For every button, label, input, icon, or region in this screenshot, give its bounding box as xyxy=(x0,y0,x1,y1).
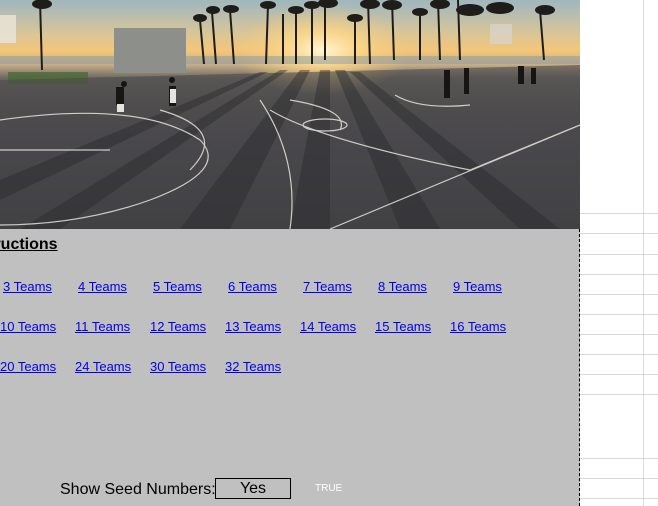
row-divider xyxy=(580,478,658,479)
link-12-teams[interactable]: 12 Teams xyxy=(150,319,206,334)
link-14-teams[interactable]: 14 Teams xyxy=(300,319,356,334)
row-divider xyxy=(580,254,658,255)
spreadsheet-grid[interactable] xyxy=(580,0,658,506)
row-divider xyxy=(580,394,658,395)
link-30-teams[interactable]: 30 Teams xyxy=(150,359,206,374)
link-7-teams[interactable]: 7 Teams xyxy=(303,279,352,294)
link-11-teams[interactable]: 11 Teams xyxy=(75,319,130,334)
link-6-teams[interactable]: 6 Teams xyxy=(228,279,277,294)
link-24-teams[interactable]: 24 Teams xyxy=(75,359,131,374)
row-divider xyxy=(580,458,658,459)
backboard xyxy=(490,24,512,44)
instructions-panel: Instructions 3 Teams 4 Teams 5 Teams 6 T… xyxy=(0,229,580,506)
row-divider xyxy=(580,213,658,214)
column-divider xyxy=(643,0,644,506)
link-10-teams[interactable]: 10 Teams xyxy=(0,319,56,334)
link-16-teams[interactable]: 16 Teams xyxy=(450,319,506,334)
link-8-teams[interactable]: 8 Teams xyxy=(378,279,427,294)
show-seed-numbers-label: Show Seed Numbers: xyxy=(60,481,216,498)
row-divider xyxy=(580,354,658,355)
court-scene xyxy=(0,0,580,229)
link-15-teams[interactable]: 15 Teams xyxy=(375,319,431,334)
link-13-teams[interactable]: 13 Teams xyxy=(225,319,281,334)
link-20-teams[interactable]: 20 Teams xyxy=(0,359,56,374)
instructions-heading: Instructions xyxy=(0,236,58,253)
row-divider xyxy=(580,314,658,315)
row-divider xyxy=(580,294,658,295)
row-divider xyxy=(580,274,658,275)
backboard xyxy=(0,15,16,43)
court-wall xyxy=(114,28,186,73)
link-4-teams[interactable]: 4 Teams xyxy=(78,279,127,294)
seed-flag-value: TRUE xyxy=(315,483,343,494)
link-5-teams[interactable]: 5 Teams xyxy=(153,279,202,294)
link-9-teams[interactable]: 9 Teams xyxy=(453,279,502,294)
row-divider xyxy=(580,374,658,375)
row-divider xyxy=(580,334,658,335)
show-seed-numbers-dropdown[interactable]: Yes xyxy=(215,478,291,499)
row-divider xyxy=(580,498,658,499)
row-divider xyxy=(580,233,658,234)
link-3-teams[interactable]: 3 Teams xyxy=(3,279,52,294)
banner-photo xyxy=(0,0,580,229)
link-32-teams[interactable]: 32 Teams xyxy=(225,359,281,374)
